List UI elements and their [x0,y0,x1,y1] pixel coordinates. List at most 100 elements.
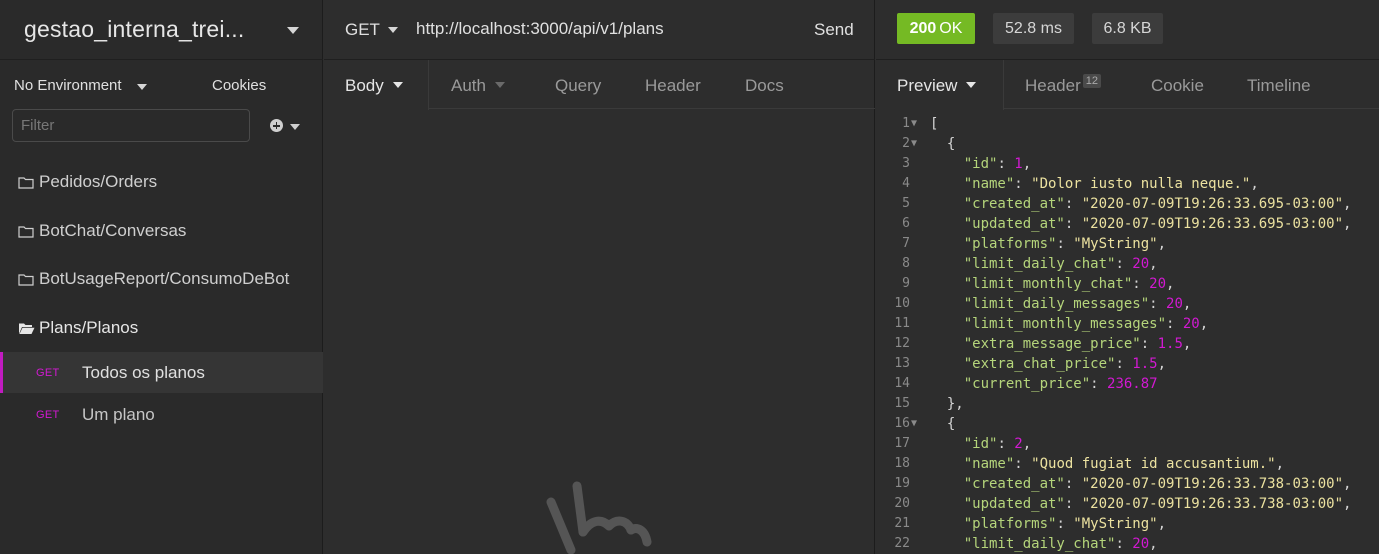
code-text: "created_at": "2020-07-09T19:26:33.695-0… [963,196,1352,212]
line-number: 14 [894,376,910,391]
code-line: 9 "limit_monthly_chat": 20, [876,274,1379,294]
chevron-down-icon[interactable] [137,84,147,90]
code-text: }, [930,396,964,412]
tab-auth[interactable]: Auth [451,76,505,96]
line-number: 16 [894,416,910,431]
code-text: "extra_message_price": 1.5, [963,336,1192,352]
code-text: { [930,136,956,152]
request-item-um-plano[interactable]: GET Um plano [0,394,323,435]
code-text: "id": 1, [963,156,1032,172]
chevron-down-icon [290,124,300,130]
line-number: 7 [902,236,910,251]
code-line: 15 }, [876,394,1379,414]
status-code: 200 [909,19,937,37]
code-text: [ [930,116,939,132]
sidebar-folder-pedidos[interactable]: Pedidos/Orders [0,162,323,202]
code-line: 1 ▼ [ [876,114,1379,134]
chevron-down-icon [494,81,505,88]
code-text: "current_price": 236.87 [963,376,1158,392]
request-item-todos-os-planos[interactable]: GET Todos os planos [0,352,323,393]
header-count-badge: 12 [1082,74,1102,88]
code-line: 13 "extra_chat_price": 1.5, [876,354,1379,374]
code-line: 19 "created_at": "2020-07-09T19:26:33.73… [876,474,1379,494]
chevron-down-icon [966,81,977,88]
code-text: "limit_monthly_chat": 20, [963,276,1175,292]
url-bar: GET http://localhost:3000/api/v1/plans S… [324,0,875,60]
url-input[interactable]: http://localhost:3000/api/v1/plans [416,19,664,39]
line-number: 13 [894,356,910,371]
sidebar: gestao_interna_trei... No Environment Co… [0,0,323,554]
code-text: "limit_daily_chat": 20, [963,256,1158,272]
status-badge: 200 OK [897,13,975,44]
code-text: "id": 2, [963,436,1032,452]
chevron-down-icon[interactable] [388,27,398,33]
tab-label: Header [1025,76,1081,95]
chevron-down-icon [392,81,403,88]
folder-label: Pedidos/Orders [39,172,158,191]
code-line: 2 ▼ { [876,134,1379,154]
code-text: "updated_at": "2020-07-09T19:26:33.695-0… [963,216,1352,232]
line-number: 21 [894,516,910,531]
code-line: 7 "platforms": "MyString", [876,234,1379,254]
sidebar-folder-plans[interactable]: Plans/Planos [0,308,323,348]
sidebar-folder-botusagereport[interactable]: BotUsageReport/ConsumoDeBot [0,259,323,299]
line-number: 6 [902,216,910,231]
tab-header[interactable]: Header [645,76,701,96]
line-number: 8 [902,256,910,271]
line-number: 19 [894,476,910,491]
line-number: 1 [902,116,910,131]
folder-label: BotUsageReport/ConsumoDeBot [39,269,290,288]
code-text: "name": "Dolor iusto nulla neque.", [963,176,1259,192]
tab-response-header[interactable]: Header 12 [1025,74,1102,96]
tab-label: Preview [897,76,958,95]
request-name: Um plano [82,404,155,424]
peace-hand-icon [546,481,652,554]
tab-timeline[interactable]: Timeline [1247,76,1311,96]
code-line: 8 "limit_daily_chat": 20, [876,254,1379,274]
folder-icon [18,225,34,238]
response-time-badge: 52.8 ms [993,13,1074,44]
request-method-badge: GET [36,408,60,421]
code-text: "updated_at": "2020-07-09T19:26:33.738-0… [963,496,1352,512]
line-number: 20 [894,496,910,511]
fold-toggle-icon[interactable]: ▼ [911,134,917,154]
line-number: 17 [894,436,910,451]
tab-preview[interactable]: Preview [897,76,977,96]
sidebar-folder-botchat[interactable]: BotChat/Conversas [0,211,323,251]
method-selector[interactable]: GET [345,20,380,40]
line-number: 18 [894,456,910,471]
environment-selector[interactable]: No Environment [14,77,122,94]
code-text: "platforms": "MyString", [963,236,1167,252]
code-text: "extra_chat_price": 1.5, [963,356,1167,372]
code-line: 14 "current_price": 236.87 [876,374,1379,394]
line-number: 4 [902,176,910,191]
line-number: 12 [894,336,910,351]
line-number: 11 [894,316,910,331]
add-item-button[interactable] [268,118,302,134]
folder-icon [18,273,34,286]
code-line: 3 "id": 1, [876,154,1379,174]
folder-open-icon [18,322,35,335]
response-preview-code[interactable]: 1 ▼[2 ▼ {3 "id": 1, 4 "name": "Dolor iusto … [876,114,1379,554]
tab-docs[interactable]: Docs [745,76,784,96]
send-button[interactable]: Send [814,20,854,40]
tab-body[interactable]: Body [345,76,403,96]
tab-query[interactable]: Query [555,76,601,96]
environment-row: No Environment Cookies [0,60,323,108]
tab-cookie[interactable]: Cookie [1151,76,1204,96]
code-text: "name": "Quod fugiat id accusantium.", [963,456,1285,472]
fold-toggle-icon[interactable]: ▼ [911,114,917,134]
line-number: 5 [902,196,910,211]
chevron-down-icon [287,27,299,34]
code-line: 21 "platforms": "MyString", [876,514,1379,534]
filter-input[interactable] [12,109,250,142]
workspace-switcher[interactable]: gestao_interna_trei... [0,0,323,60]
tab-label: Body [345,76,384,95]
code-text: "created_at": "2020-07-09T19:26:33.738-0… [963,476,1352,492]
folder-icon [18,176,34,189]
line-number: 22 [894,536,910,551]
request-tabs: Body Auth Query Header Docs [324,60,875,110]
cookies-button[interactable]: Cookies [212,77,266,94]
fold-toggle-icon[interactable]: ▼ [911,414,917,434]
code-text: "limit_monthly_messages": 20, [963,316,1209,332]
